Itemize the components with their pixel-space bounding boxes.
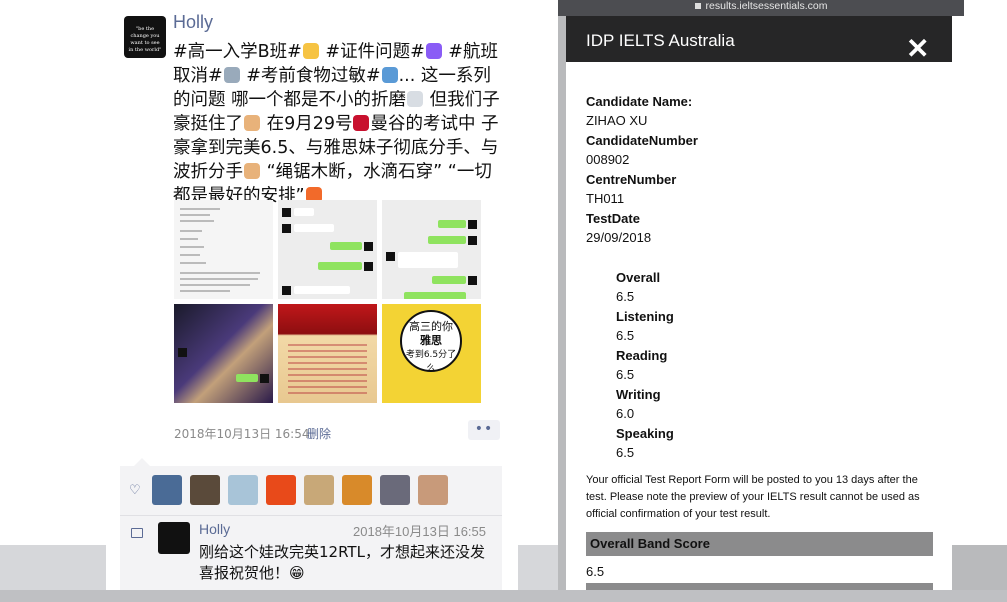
candidate-number-label: CandidateNumber xyxy=(586,133,698,148)
delete-link[interactable]: 删除 xyxy=(307,425,331,442)
photo-6-badge: 高三的你 雅思 考到6.5分了么 xyxy=(400,310,462,374)
score-speaking-label: Speaking xyxy=(616,426,674,441)
like-avatar[interactable] xyxy=(304,475,334,505)
photo-6[interactable]: 高三的你 雅思 考到6.5分了么 xyxy=(382,304,481,403)
post-text: #高一入学B班# #证件问题# #航班取消# #考前食物过敏#... 这一系列的… xyxy=(173,42,500,206)
candidate-name-value: ZIHAO XU xyxy=(586,113,648,128)
more-button[interactable]: •• xyxy=(468,420,500,440)
heart-icon: ♡ xyxy=(129,483,141,498)
moments-post: "be the change you want to see in the wo… xyxy=(106,0,518,602)
lock-icon xyxy=(694,3,701,9)
comment-icon xyxy=(131,528,143,538)
avatar-caption: "be the change you want to see in the wo… xyxy=(128,26,162,53)
like-avatar[interactable] xyxy=(190,475,220,505)
test-date-label: TestDate xyxy=(586,211,640,226)
score-speaking-value: 6.5 xyxy=(616,445,635,460)
dialog-body: Candidate Name: ZIHAO XU CandidateNumber… xyxy=(566,62,952,602)
commenter-name[interactable]: Holly xyxy=(199,521,230,537)
commenter-avatar[interactable] xyxy=(158,522,190,554)
overall-band-header: Overall Band Score xyxy=(586,532,933,556)
comment-timestamp: 2018年10月13日 16:55 xyxy=(353,524,486,539)
score-writing-value: 6.0 xyxy=(616,406,635,421)
centre-number-label: CentreNumber xyxy=(586,172,677,187)
score-listening-value: 6.5 xyxy=(616,328,635,343)
like-avatar[interactable] xyxy=(342,475,372,505)
like-avatar[interactable] xyxy=(228,475,258,505)
author-avatar[interactable]: "be the change you want to see in the wo… xyxy=(124,16,166,58)
photo-4[interactable] xyxy=(174,304,273,403)
post-timestamp: 2018年10月13日 16:54 xyxy=(174,427,310,441)
dialog-title: IDP IELTS Australia xyxy=(586,31,735,50)
score-listening-label: Listening xyxy=(616,309,674,324)
author-name[interactable]: Holly xyxy=(173,12,213,33)
score-overall-value: 6.5 xyxy=(616,289,635,304)
result-note: Your official Test Report Form will be p… xyxy=(586,474,920,520)
close-icon[interactable]: ✕ xyxy=(906,35,929,63)
like-avatar[interactable] xyxy=(152,475,182,505)
candidate-number-value: 008902 xyxy=(586,152,630,167)
likes-comments-panel: ♡ Holly 2018年10月13日 16:55 刚给这个娃改完英12RTL，… xyxy=(120,458,502,596)
comment-text: 刚给这个娃改完英12RTL，才想起来还没发喜报祝贺他！😁 xyxy=(199,543,485,582)
overall-band-value: 6.5 xyxy=(586,564,605,579)
score-overall-label: Overall xyxy=(616,270,661,285)
score-writing-label: Writing xyxy=(616,387,661,402)
bottom-edge xyxy=(0,590,1007,602)
photo-1[interactable] xyxy=(174,200,273,299)
like-avatar[interactable] xyxy=(380,475,410,505)
photo-2[interactable] xyxy=(278,200,377,299)
dialog-header: IDP IELTS Australia ✕ xyxy=(566,16,952,63)
like-avatar[interactable] xyxy=(418,475,448,505)
like-avatar[interactable] xyxy=(266,475,296,505)
centre-number-value: TH011 xyxy=(586,191,625,206)
score-reading-value: 6.5 xyxy=(616,367,635,382)
photo-5[interactable] xyxy=(278,304,377,403)
divider xyxy=(120,515,502,516)
photo-grid: 高三的你 雅思 考到6.5分了么 xyxy=(174,200,482,404)
url-text: results.ieltsessentials.com xyxy=(705,0,828,12)
score-reading-label: Reading xyxy=(616,348,668,363)
background-panel xyxy=(952,0,1007,545)
browser-url-bar[interactable]: results.ieltsessentials.com xyxy=(558,0,964,16)
test-date-value: 29/09/2018 xyxy=(586,230,652,245)
candidate-name-label: Candidate Name: xyxy=(586,94,693,109)
photo-3[interactable] xyxy=(382,200,481,299)
